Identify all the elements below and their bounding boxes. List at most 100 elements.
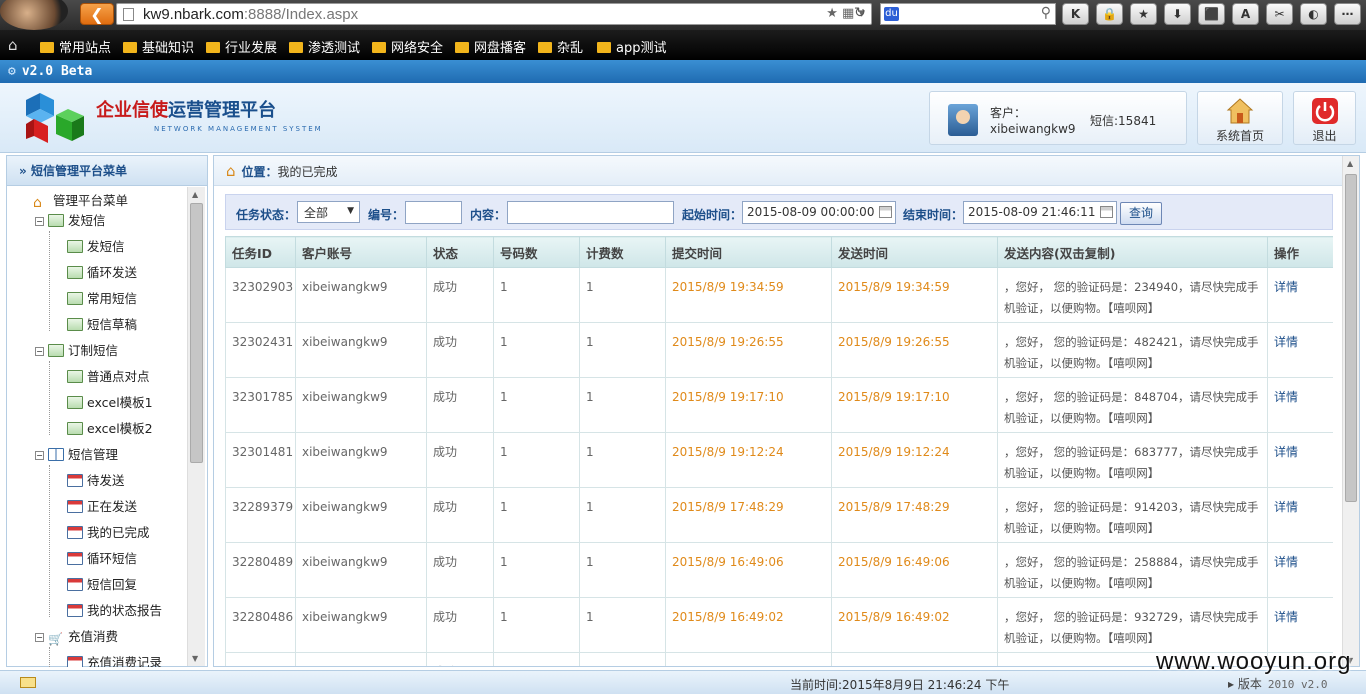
- message-content-cell[interactable]: ，您好， 您的验证码是：234940，请尽快完成手机验证，以便购物。【嘻呗网】: [997, 267, 1268, 323]
- details-link[interactable]: 详情: [1267, 432, 1333, 488]
- extension-button[interactable]: ⬇: [1164, 3, 1191, 25]
- bookmark-item[interactable]: 网盘播客: [455, 37, 526, 56]
- content-scrollbar[interactable]: ▲ ▼: [1342, 156, 1359, 666]
- content-input[interactable]: [507, 201, 674, 224]
- profile-avatar[interactable]: [0, 0, 68, 30]
- menu-item[interactable]: 我的已完成: [67, 523, 150, 543]
- extension-button[interactable]: ⋯: [1334, 3, 1361, 25]
- collapse-icon[interactable]: −: [35, 347, 44, 356]
- details-link[interactable]: 详情: [1267, 597, 1333, 653]
- end-time-input[interactable]: 2015-08-09 21:46:11: [963, 201, 1117, 224]
- menu-item[interactable]: excel模板1: [67, 393, 153, 413]
- logout-label: 退出: [1312, 129, 1337, 143]
- back-button[interactable]: ❮: [80, 3, 114, 25]
- bookmark-item[interactable]: app测试: [597, 37, 666, 56]
- details-link[interactable]: 详情: [1267, 487, 1333, 543]
- bookmark-item[interactable]: 行业发展: [206, 37, 277, 56]
- scroll-up-icon[interactable]: ▲: [1347, 159, 1353, 168]
- menu-item[interactable]: 短信回复: [67, 575, 137, 595]
- table-row: 32302431 xibeiwangkw9 成功 1 1 2015/8/9 19:26:5…: [225, 322, 1333, 378]
- menu-item[interactable]: 循环发送: [67, 263, 137, 283]
- message-content-cell[interactable]: ，您好， 您的验证码是：482421，请尽快完成手机验证，以便购物。【嘻呗网】: [997, 322, 1268, 378]
- calendar-icon[interactable]: [1100, 206, 1113, 218]
- column-header: 客户账号: [295, 236, 427, 268]
- scrollbar-thumb[interactable]: [190, 203, 203, 463]
- menu-group[interactable]: − 订制短信: [35, 341, 118, 361]
- extension-button[interactable]: ★: [1130, 3, 1157, 25]
- submit-time-cell: 2015/8/9 19:26:55: [665, 322, 832, 378]
- scrollbar-thumb[interactable]: [1345, 174, 1357, 502]
- table-cell: 1: [579, 652, 666, 666]
- table-cell: xibeiwangkw9: [295, 377, 427, 433]
- scroll-up-icon[interactable]: ▲: [192, 190, 198, 199]
- search-input[interactable]: du ⚲: [880, 3, 1056, 25]
- table-cell: 1: [579, 322, 666, 378]
- menu-item[interactable]: 短信草稿: [67, 315, 137, 335]
- number-input[interactable]: [405, 201, 462, 224]
- menu-item[interactable]: 循环短信: [67, 549, 137, 569]
- menu-item[interactable]: excel模板2: [67, 419, 153, 439]
- menu-item[interactable]: 发短信: [67, 237, 125, 257]
- send-time-cell: 2015/8/9 16:49:06: [831, 542, 998, 598]
- bookmark-item[interactable]: 渗透测试: [289, 37, 360, 56]
- reload-icon[interactable]: ↻: [854, 5, 866, 21]
- start-time-input[interactable]: 2015-08-09 00:00:00: [742, 201, 896, 224]
- status-select[interactable]: 全部 ▼: [297, 201, 360, 223]
- bookmark-item[interactable]: 基础知识: [123, 37, 194, 56]
- send-time-cell: 2015/8/9 19:26:55: [831, 322, 998, 378]
- tree-root[interactable]: ⌂ 管理平台菜单: [33, 191, 128, 211]
- menu-item[interactable]: 常用短信: [67, 289, 137, 309]
- collapse-icon[interactable]: −: [35, 451, 44, 460]
- app-subtitle: NETWORK MANAGEMENT SYSTEM: [154, 125, 323, 133]
- menu-item-label: 我的状态报告: [87, 603, 163, 618]
- bookmark-item[interactable]: 杂乱: [538, 37, 583, 56]
- logout-button[interactable]: 退出: [1293, 91, 1356, 145]
- extension-button[interactable]: ⬛: [1198, 3, 1225, 25]
- message-content-cell[interactable]: ，您好， 您的验证码是：914203，请尽快完成手机验证，以便购物。【嘻呗网】: [997, 487, 1268, 543]
- menu-item[interactable]: 我的状态报告: [67, 601, 162, 621]
- table-cell: 1: [579, 487, 666, 543]
- mail-icon[interactable]: [20, 677, 36, 688]
- scroll-down-icon[interactable]: ▼: [192, 654, 198, 663]
- details-link[interactable]: 详情: [1267, 267, 1333, 323]
- menu-item[interactable]: 待发送: [67, 471, 125, 491]
- message-content-cell[interactable]: ，您好， 您的验证码是：848704，请尽快完成手机验证，以便购物。【嘻呗网】: [997, 377, 1268, 433]
- extension-button[interactable]: A: [1232, 3, 1259, 25]
- menu-item[interactable]: 正在发送: [67, 497, 137, 517]
- extension-button[interactable]: ✂: [1266, 3, 1293, 25]
- collapse-icon[interactable]: −: [35, 217, 44, 226]
- search-icon[interactable]: ⚲: [1041, 5, 1051, 21]
- menu-group[interactable]: − 🛒 充值消费: [35, 627, 118, 647]
- search-engine-icon[interactable]: du: [884, 7, 899, 21]
- message-content-cell[interactable]: ，您好， 您的验证码是：932729，请尽快完成手机验证，以便购物。【嘻呗网】: [997, 597, 1268, 653]
- mail-icon: [48, 214, 64, 227]
- app-title: 企业信使运营管理平台: [96, 100, 276, 121]
- bookmark-item[interactable]: 常用站点: [40, 37, 111, 56]
- address-bar[interactable]: kw9.nbark.com:8888/Index.aspx ★ ▦ ▾: [116, 3, 872, 25]
- message-content-cell[interactable]: ，您好， 您的验证码是：683777，请尽快完成手机验证，以便购物。【嘻呗网】: [997, 432, 1268, 488]
- calendar-icon[interactable]: [879, 206, 892, 218]
- menu-group[interactable]: − 短信管理: [35, 445, 118, 465]
- menu-item[interactable]: 充值消费记录: [67, 653, 162, 667]
- system-home-button[interactable]: 系统首页: [1197, 91, 1283, 145]
- bookmark-label: 杂乱: [557, 41, 584, 56]
- details-link[interactable]: 详情: [1267, 542, 1333, 598]
- collapse-icon[interactable]: −: [35, 633, 44, 642]
- message-content-cell[interactable]: ，您好， 您的验证码是：258884，请尽快完成手机验证，以便购物。【嘻呗网】: [997, 542, 1268, 598]
- logo-cubes-icon: [26, 93, 84, 143]
- details-link[interactable]: 详情: [1267, 322, 1333, 378]
- sidebar-scrollbar[interactable]: ▲ ▼: [187, 187, 205, 666]
- menu-group[interactable]: − 发短信: [35, 211, 106, 231]
- query-button[interactable]: 查询: [1120, 202, 1162, 225]
- extension-button[interactable]: 🔒: [1096, 3, 1123, 25]
- details-link[interactable]: 详情: [1267, 377, 1333, 433]
- table-cell: 成功: [426, 542, 494, 598]
- menu-item[interactable]: 普通点对点: [67, 367, 150, 387]
- send-mail-icon: [67, 292, 83, 305]
- breadcrumb: ⌂ 位置：我的已完成: [214, 156, 1359, 186]
- extension-button[interactable]: ◐: [1300, 3, 1327, 25]
- extension-button[interactable]: K: [1062, 3, 1089, 25]
- send-mail-icon: [67, 240, 83, 253]
- home-icon[interactable]: ⌂: [8, 36, 18, 54]
- bookmark-item[interactable]: 网络安全: [372, 37, 443, 56]
